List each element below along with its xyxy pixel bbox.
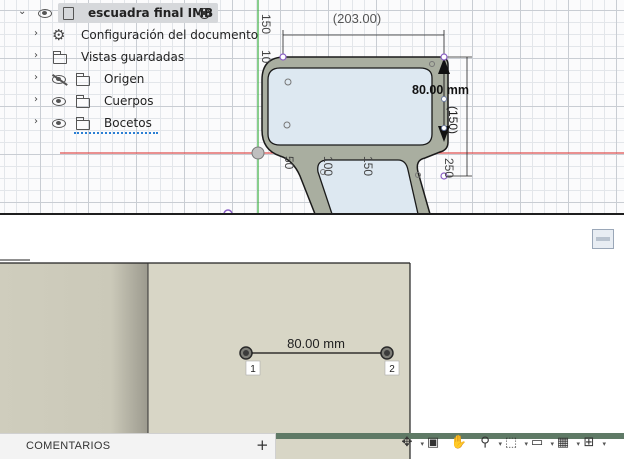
grid-settings-icon[interactable]: ▦ ▾ <box>552 433 580 453</box>
tree-item-origen[interactable]: › Origen <box>0 68 240 90</box>
tree-item-label: Origen <box>104 72 145 86</box>
comments-panel[interactable]: COMENTARIOS + <box>0 433 276 459</box>
zoom-icon[interactable]: ⚲ ▾ <box>474 433 502 453</box>
tree-item-label: Vistas guardadas <box>81 50 185 64</box>
pan-hand-icon[interactable]: ✋ <box>448 433 470 453</box>
eye-icon[interactable] <box>52 119 66 128</box>
axis-label-150: 150 <box>361 156 375 176</box>
tree-item-configuracion[interactable]: › ⚙ Configuración del documento <box>0 24 258 46</box>
axis-label-50: 50 <box>282 156 296 170</box>
chevron-right-icon[interactable]: › <box>34 50 38 61</box>
tree-item-vistas[interactable]: › Vistas guardadas <box>0 46 240 68</box>
folder-icon <box>76 95 90 108</box>
tree-item-bocetos[interactable]: › Bocetos <box>0 112 240 134</box>
eye-hidden-icon[interactable] <box>52 73 68 86</box>
point-1-label: 1 <box>250 364 256 375</box>
model-svg[interactable]: 80.00 mm 1 2 <box>0 215 624 459</box>
add-comment-button[interactable]: + <box>256 436 269 454</box>
bracket-inner-cutout <box>267 67 433 146</box>
axis-label-100: 100 <box>321 156 335 176</box>
body-front-face <box>148 263 410 459</box>
activate-radio-icon[interactable] <box>199 8 210 19</box>
browser-tree: ⌄ escuadra final IMB › ⚙ Configuración d… <box>0 0 258 140</box>
comments-label: COMENTARIOS <box>26 440 111 452</box>
origin-point <box>251 146 265 160</box>
dim-vertical-text: (150) <box>446 106 460 134</box>
display-settings-icon[interactable]: ▭ ▾ <box>526 433 554 453</box>
eye-icon[interactable] <box>38 9 52 18</box>
dim-top-text: (203.00) <box>333 11 381 26</box>
sketch-point <box>441 96 447 102</box>
folder-icon <box>76 73 90 86</box>
navigation-toolbar: ✥ ▾ ▣ ✋ ⚲ ▾ ⬚ ▾ ▭ ▾ ▦ ▾ ⊞ ▾ <box>390 426 624 459</box>
look-at-icon[interactable]: ▣ <box>422 433 444 453</box>
orbit-icon[interactable]: ✥ ▾ <box>396 433 424 453</box>
eye-icon[interactable] <box>52 97 66 106</box>
axis-label-250: 250 <box>442 158 456 178</box>
hole-2-inner <box>384 350 390 356</box>
chevron-right-icon[interactable]: › <box>34 72 38 83</box>
gear-icon: ⚙ <box>52 26 66 44</box>
component-icon <box>63 7 74 20</box>
axis-label-10-v: 10 <box>259 50 273 64</box>
axis-label-150-v: 150 <box>259 14 273 34</box>
folder-icon <box>76 117 90 130</box>
tree-item-label: Bocetos <box>104 116 152 130</box>
root-item-label: escuadra final IMB <box>88 6 214 20</box>
sketch-point <box>441 125 447 131</box>
body-side-face <box>0 263 148 459</box>
tree-item-label: Configuración del documento <box>81 28 259 42</box>
sketch-point <box>440 53 448 61</box>
viewports-icon[interactable]: ⊞ ▾ <box>578 433 606 453</box>
folder-icon <box>53 51 67 64</box>
point-2-label: 2 <box>389 364 395 375</box>
dim-side-text: 80.00 mm <box>412 83 469 97</box>
fit-window-icon[interactable]: ⬚ ▾ <box>500 433 528 453</box>
chevron-down-icon[interactable]: ⌄ <box>18 6 26 17</box>
measure-text: 80.00 mm <box>287 336 345 351</box>
link-underline <box>74 131 158 134</box>
sketch-point <box>279 53 287 61</box>
tree-item-label: Cuerpos <box>104 94 154 108</box>
sketch-canvas[interactable]: (203.00) 80.00 mm (150) 150 10 50 100 15… <box>0 0 624 214</box>
chevron-right-icon[interactable]: › <box>34 28 38 39</box>
hole-1-inner <box>243 350 249 356</box>
chevron-right-icon[interactable]: › <box>34 94 38 105</box>
tree-root-row[interactable]: ⌄ escuadra final IMB <box>0 2 230 24</box>
viewcube-icon[interactable] <box>592 229 614 249</box>
tree-item-cuerpos[interactable]: › Cuerpos <box>0 90 240 112</box>
model-viewport[interactable]: 80.00 mm 1 2 <box>0 215 624 459</box>
chevron-right-icon[interactable]: › <box>34 116 38 127</box>
